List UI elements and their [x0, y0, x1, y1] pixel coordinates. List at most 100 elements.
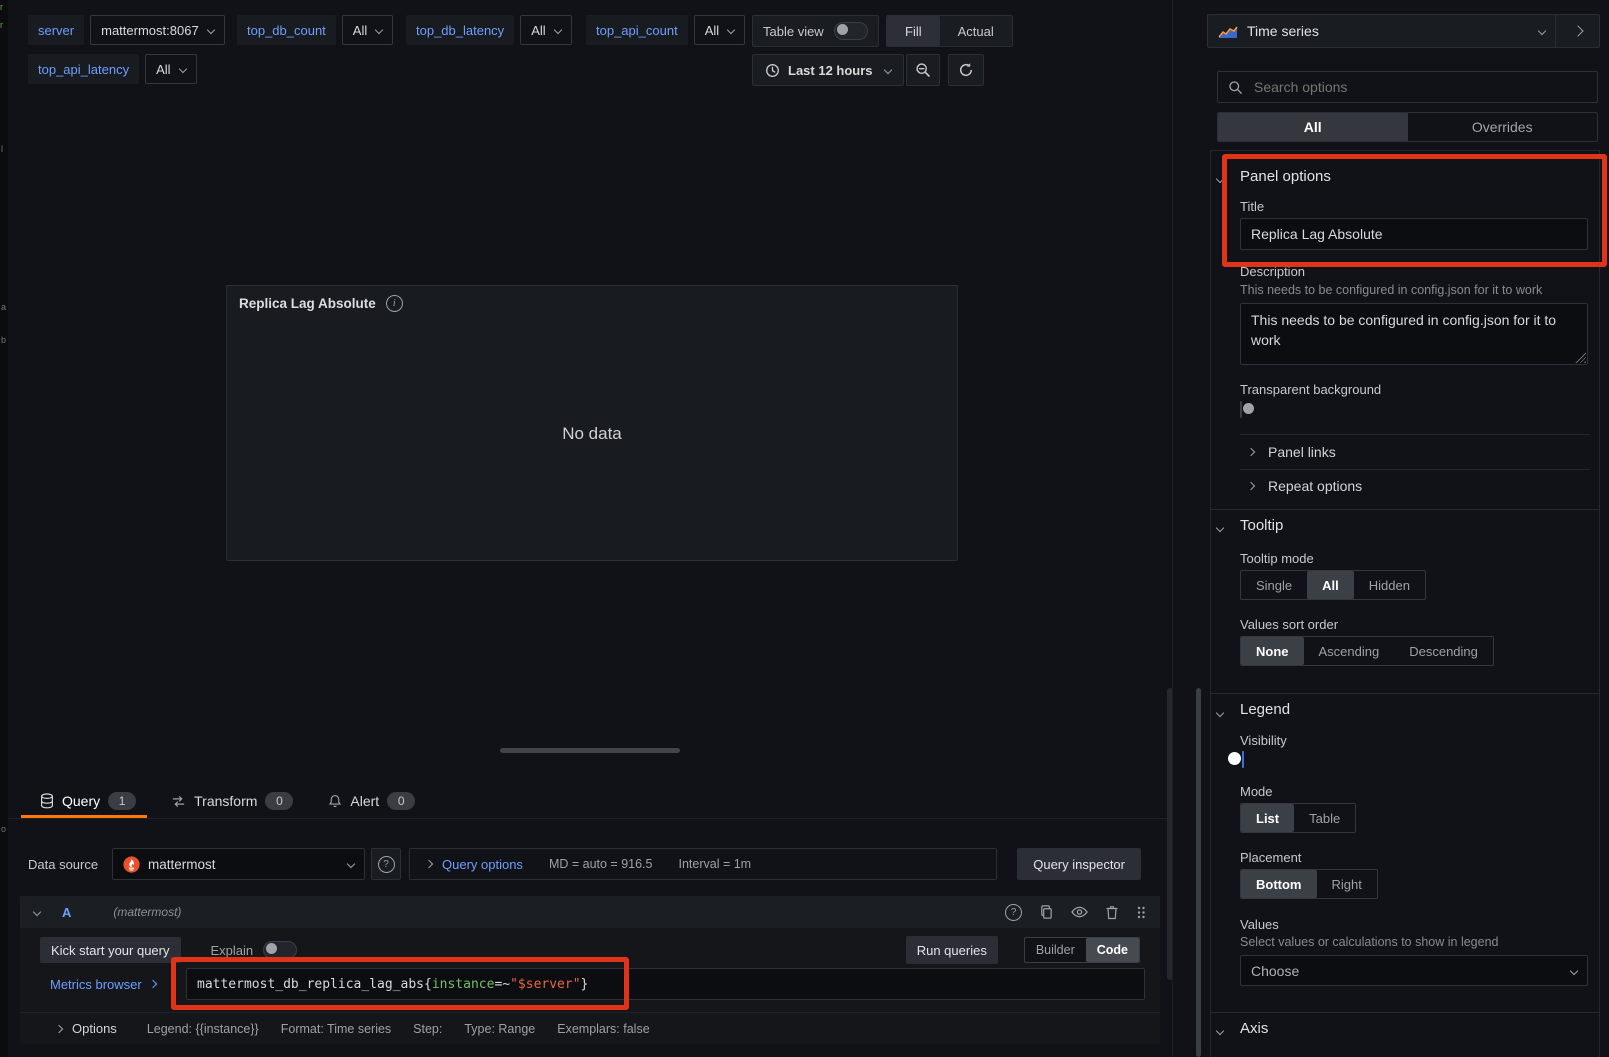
- variable-label-top-db-latency[interactable]: top_db_latency: [406, 15, 514, 45]
- query-help-button[interactable]: ?: [1005, 904, 1022, 921]
- variable-label-top-api-latency[interactable]: top_api_latency: [28, 54, 139, 84]
- panel-info-icon[interactable]: i: [386, 295, 403, 312]
- chevron-right-icon: [55, 1024, 63, 1032]
- legend-mode-list[interactable]: List: [1241, 804, 1294, 832]
- variable-group-server: server mattermost:8067: [28, 15, 225, 45]
- edge-artifact: a: [1, 302, 6, 312]
- tab-bar-divider: [8, 818, 1168, 819]
- page-edge-strip: r r l a b o: [0, 0, 8, 1057]
- edge-artifact: r: [0, 2, 3, 12]
- query-options-bar: Query options MD = auto = 916.5 Interval…: [409, 848, 997, 880]
- query-inspector-button[interactable]: Query inspector: [1017, 848, 1141, 880]
- repeat-options-row[interactable]: Repeat options: [1248, 478, 1362, 494]
- options-toggle[interactable]: Options: [56, 1021, 117, 1036]
- builder-mode-button[interactable]: Builder: [1025, 938, 1086, 962]
- actual-mode-button[interactable]: Actual: [940, 16, 1012, 46]
- time-range-label: Last 12 hours: [788, 63, 873, 78]
- sort-none[interactable]: None: [1241, 637, 1304, 665]
- edge-artifact: o: [1, 824, 6, 834]
- time-range-picker[interactable]: Last 12 hours: [752, 54, 904, 86]
- tooltip-mode-all[interactable]: All: [1307, 571, 1354, 599]
- variable-value-text: All: [705, 23, 719, 38]
- promql-query-editor[interactable]: mattermost_db_replica_lag_abs{instance=~…: [186, 968, 1145, 1000]
- tab-count-badge: 0: [265, 792, 293, 810]
- promql-operator: =~: [494, 977, 510, 992]
- search-options-input[interactable]: [1252, 78, 1587, 96]
- chevron-down-icon: [347, 860, 355, 868]
- prometheus-flame-icon: [123, 856, 140, 873]
- datasource-picker[interactable]: mattermost: [112, 848, 365, 880]
- editor-resize-handle[interactable]: [500, 748, 680, 753]
- disable-query-eye-icon[interactable]: [1071, 905, 1088, 919]
- tab-all-options[interactable]: All: [1218, 113, 1408, 141]
- variable-label-top-db-count[interactable]: top_db_count: [237, 15, 336, 45]
- legend-heading[interactable]: Legend: [1240, 701, 1290, 718]
- refresh-button[interactable]: [948, 54, 984, 86]
- panel-description-textarea[interactable]: This needs to be configured in config.js…: [1240, 303, 1588, 365]
- placement-bottom[interactable]: Bottom: [1241, 870, 1317, 898]
- tab-query[interactable]: Query 1: [40, 792, 136, 810]
- datasource-row: Data source mattermost ? Query options M…: [28, 848, 1141, 880]
- table-view-toggle[interactable]: [834, 22, 868, 40]
- variable-value-server[interactable]: mattermost:8067: [90, 15, 225, 45]
- tab-overrides[interactable]: Overrides: [1408, 113, 1598, 141]
- chevron-down-icon: [1570, 966, 1578, 974]
- sort-ascending[interactable]: Ascending: [1304, 637, 1395, 665]
- query-collapse-toggle[interactable]: [33, 908, 41, 916]
- collapse-options-pane-button[interactable]: [1555, 15, 1599, 47]
- tooltip-mode-label: Tooltip mode: [1240, 551, 1314, 566]
- panel-options-heading[interactable]: Panel options: [1240, 168, 1331, 185]
- panel-title-input[interactable]: [1240, 218, 1588, 250]
- tab-transform[interactable]: Transform 0: [171, 792, 293, 810]
- explain-toggle[interactable]: [263, 941, 297, 959]
- fill-mode-button[interactable]: Fill: [887, 16, 940, 46]
- variable-value-top-api-count[interactable]: All: [694, 15, 745, 45]
- tooltip-mode-single[interactable]: Single: [1241, 571, 1307, 599]
- metrics-browser-label: Metrics browser: [50, 977, 142, 992]
- panel-links-row[interactable]: Panel links: [1248, 444, 1336, 460]
- axis-heading[interactable]: Axis: [1240, 1020, 1268, 1037]
- tab-alert[interactable]: Alert 0: [328, 792, 415, 810]
- legend-placement-group: Bottom Right: [1240, 869, 1378, 899]
- zoom-out-icon: [915, 62, 931, 78]
- chevron-down-icon: [1538, 27, 1546, 35]
- description-field-label: Description: [1240, 264, 1305, 279]
- edge-artifact: l: [1, 144, 3, 154]
- duplicate-query-icon[interactable]: [1039, 904, 1054, 920]
- max-data-points-value: MD = auto = 916.5: [549, 857, 653, 871]
- datasource-help-button[interactable]: ?: [371, 848, 401, 880]
- legend-visibility-label: Visibility: [1240, 733, 1287, 748]
- drag-handle-icon[interactable]: [1136, 905, 1146, 920]
- query-options-toggle[interactable]: Query options: [426, 857, 523, 872]
- sort-descending[interactable]: Descending: [1394, 637, 1493, 665]
- panel-preview: Replica Lag Absolute i No data: [226, 285, 958, 561]
- variable-value-top-db-latency[interactable]: All: [520, 15, 571, 45]
- values-sort-order-label: Values sort order: [1240, 617, 1338, 632]
- legend-values-select[interactable]: Choose: [1240, 955, 1588, 986]
- legend-mode-table[interactable]: Table: [1294, 804, 1355, 832]
- sidebar-divider: [1172, 0, 1173, 1057]
- zoom-out-time-button[interactable]: [906, 54, 940, 86]
- legend-visibility-toggle[interactable]: [1242, 751, 1244, 768]
- options-pane-scrollbar-thumb[interactable]: [1196, 688, 1201, 1057]
- bell-icon: [328, 793, 342, 809]
- visualization-select[interactable]: Time series: [1208, 15, 1555, 47]
- tooltip-heading[interactable]: Tooltip: [1240, 517, 1283, 534]
- delete-query-trash-icon[interactable]: [1105, 905, 1119, 920]
- code-mode-button[interactable]: Code: [1086, 938, 1139, 962]
- kick-start-query-button[interactable]: Kick start your query: [40, 937, 181, 963]
- placement-right[interactable]: Right: [1317, 870, 1377, 898]
- chevron-right-icon: [149, 980, 157, 988]
- variable-label-server[interactable]: server: [28, 15, 84, 45]
- variable-label-top-api-count[interactable]: top_api_count: [586, 15, 688, 45]
- tooltip-mode-hidden[interactable]: Hidden: [1354, 571, 1425, 599]
- pane-size-mode-group: Fill Actual: [886, 15, 1013, 47]
- query-options-label: Query options: [442, 857, 523, 872]
- run-queries-button[interactable]: Run queries: [906, 936, 998, 964]
- edge-artifact: b: [1, 335, 6, 345]
- metrics-browser-toggle[interactable]: Metrics browser: [50, 968, 156, 1000]
- variable-value-top-db-count[interactable]: All: [342, 15, 393, 45]
- clock-icon: [765, 63, 780, 78]
- variable-value-top-api-latency[interactable]: All: [145, 54, 196, 84]
- transparent-background-toggle[interactable]: [1240, 401, 1242, 418]
